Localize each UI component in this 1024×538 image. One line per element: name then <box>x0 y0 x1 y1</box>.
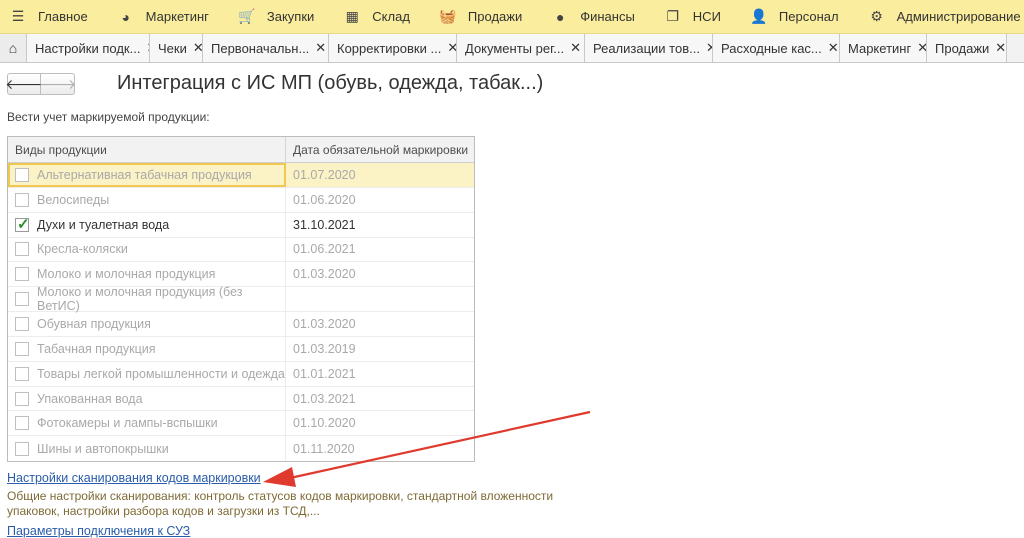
annotation-arrow <box>263 410 591 487</box>
annotation-arrow-line <box>289 410 591 480</box>
annotation-arrow-head <box>263 467 296 487</box>
